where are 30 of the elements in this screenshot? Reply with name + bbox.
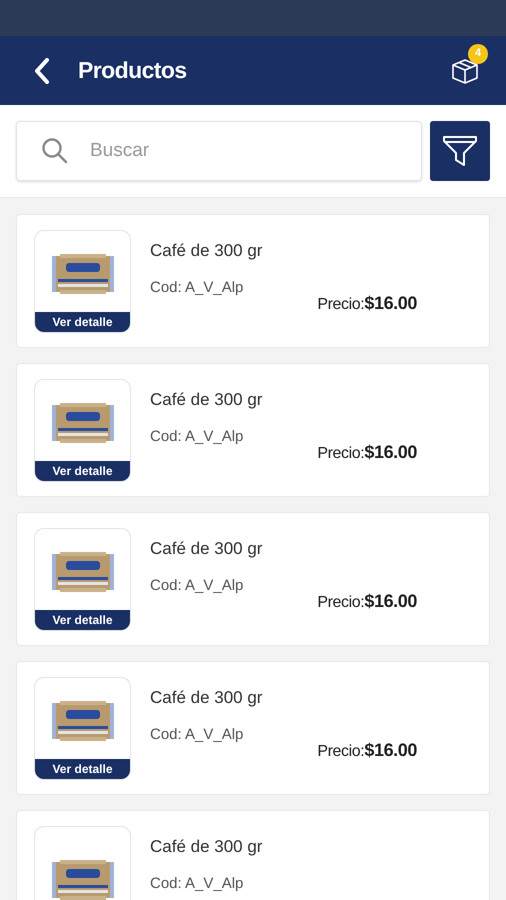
product-card[interactable]: Café de 300 gr Cod: A_V_Alp xyxy=(16,810,490,900)
detail-button[interactable]: Ver detalle xyxy=(35,759,130,779)
product-name: Café de 300 gr xyxy=(150,687,264,709)
product-price: Precio:$16.00 xyxy=(317,590,417,613)
page-title: Productos xyxy=(78,56,187,86)
product-card[interactable]: Ver detalle Café de 300 gr Cod: A_V_Alp Precio:$16.00 xyxy=(16,512,490,646)
product-name: Café de 300 gr xyxy=(150,240,264,262)
product-price: Precio:$16.00 xyxy=(317,739,417,762)
back-icon xyxy=(34,58,50,84)
product-card[interactable]: Ver detalle Café de 300 gr Cod: A_V_Alp Precio:$16.00 xyxy=(16,661,490,795)
product-code: Cod: A_V_Alp xyxy=(150,725,244,745)
product-code: Cod: A_V_Alp xyxy=(150,576,244,596)
detail-button[interactable]: Ver detalle xyxy=(35,610,130,630)
cart-count-badge: 4 xyxy=(468,44,488,64)
filter-button[interactable] xyxy=(430,121,490,181)
search-icon xyxy=(41,137,69,165)
product-code: Cod: A_V_Alp xyxy=(150,874,244,894)
product-card[interactable]: Ver detalle Café de 300 gr Cod: A_V_Alp Precio:$16.00 xyxy=(16,363,490,497)
product-code: Cod: A_V_Alp xyxy=(150,427,244,447)
product-price: Precio:$16.00 xyxy=(317,292,417,315)
detail-button[interactable]: Ver detalle xyxy=(35,461,130,481)
product-price: Precio:$16.00 xyxy=(317,441,417,464)
product-card[interactable]: Ver detalle Café de 300 gr Cod: A_V_Alp Precio:$16.00 xyxy=(16,214,490,348)
product-name: Café de 300 gr xyxy=(150,836,264,858)
search-field[interactable]: Buscar xyxy=(16,121,422,181)
detail-button[interactable]: Ver detalle xyxy=(35,312,130,332)
product-code: Cod: A_V_Alp xyxy=(150,278,244,298)
filter-icon xyxy=(442,134,478,168)
product-name: Café de 300 gr xyxy=(150,389,264,411)
product-name: Café de 300 gr xyxy=(150,538,264,560)
